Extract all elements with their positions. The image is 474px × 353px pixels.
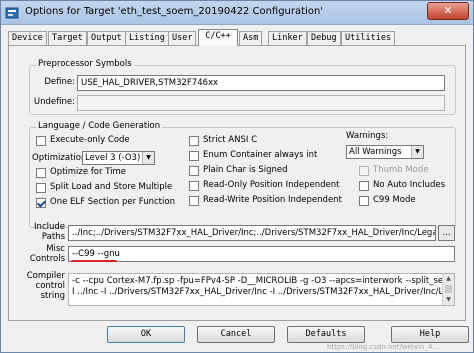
warnings-select[interactable]: All Warnings ▼ (346, 145, 424, 159)
options-dialog: Options for Target 'eth_test_soem_201904… (0, 0, 474, 353)
scroll-up-icon: ▲ (446, 275, 451, 282)
execute-only-checkbox[interactable] (36, 136, 46, 146)
dropdown-arrow-icon: ▼ (411, 146, 423, 158)
include-paths-label-line1: Include (34, 222, 65, 232)
tab-linker[interactable]: Linker (268, 31, 307, 45)
c99-mode-checkbox[interactable] (359, 196, 369, 206)
misc-controls-label-line1: Misc (46, 244, 65, 254)
plain-char-signed-label: Plain Char is Signed (203, 165, 288, 175)
preprocessor-group-label: Preprocessor Symbols (36, 59, 134, 69)
read-only-pi-label: Read-Only Position Independent (203, 180, 340, 190)
read-only-pi-checkbox[interactable] (189, 181, 199, 191)
optimization-value: Level 3 (-O3) (85, 153, 141, 163)
tab-target[interactable]: Target (48, 31, 87, 45)
tab-output[interactable]: Output (87, 31, 126, 45)
compiler-string-label-line2: control (35, 281, 65, 291)
include-paths-label-line2: Paths (41, 232, 65, 242)
enum-container-label: Enum Container always int (203, 150, 318, 160)
compiler-string-line2: I ../Inc -I ../Drivers/STM32F7xx_HAL_Dri… (72, 287, 455, 297)
scroll-thumb[interactable] (445, 285, 452, 293)
optimize-time-label: Optimize for Time (50, 167, 127, 177)
thumb-mode-checkbox[interactable] (359, 166, 369, 176)
tab-listing[interactable]: Listing (125, 31, 169, 45)
compiler-string-label-line3: string (40, 291, 65, 301)
tab-asm[interactable]: Asm (239, 31, 263, 45)
c99-mode-label: C99 Mode (373, 195, 416, 205)
one-elf-section-label: One ELF Section per Function (50, 197, 175, 207)
keil-app-icon (5, 7, 19, 19)
title-bar: Options for Target 'eth_test_soem_201904… (1, 1, 473, 25)
compiler-string-line1: -c --cpu Cortex-M7.fp.sp -fpu=FPv4-SP -D… (72, 276, 455, 286)
strict-ansi-label: Strict ANSI C (203, 135, 258, 145)
compiler-string-textarea[interactable]: -c --cpu Cortex-M7.fp.sp -fpu=FPv4-SP -D… (68, 273, 455, 306)
compiler-string-label-line1: Compiler (26, 271, 65, 281)
undefine-input[interactable] (77, 95, 445, 111)
watermark-text: https://blog.csdn.net/weixin_4... (327, 343, 440, 351)
warnings-value: All Warnings (349, 147, 402, 157)
split-load-store-label: Split Load and Store Multiple (50, 182, 173, 192)
no-auto-includes-label: No Auto Includes (373, 180, 446, 190)
warnings-label: Warnings: (346, 131, 389, 141)
read-write-pi-checkbox[interactable] (189, 196, 199, 206)
include-paths-label: Include Paths (17, 222, 65, 242)
include-paths-input[interactable]: ../Inc;../Drivers/STM32F7xx_HAL_Driver/I… (68, 225, 436, 241)
include-paths-browse-button[interactable]: ... (438, 225, 455, 241)
misc-controls-label: Misc Controls (17, 244, 65, 264)
codegen-group-label: Language / Code Generation (36, 121, 163, 131)
c-cpp-panel: Preprocessor Symbols Define: USE_HAL_DRI… (8, 45, 466, 321)
define-label: Define: (44, 77, 75, 87)
tab-c-cpp[interactable]: C/C++ (198, 29, 238, 46)
defaults-button[interactable]: Defaults (287, 326, 365, 343)
close-icon: ✕ (443, 4, 453, 17)
one-elf-section-checkbox[interactable] (36, 198, 46, 208)
close-button[interactable]: ✕ (427, 2, 469, 20)
dialog-title: Options for Target 'eth_test_soem_201904… (25, 6, 324, 17)
undefine-label: Undefine: (33, 97, 75, 107)
ok-button[interactable]: OK (107, 326, 185, 343)
compiler-string-label: Compiler control string (17, 271, 65, 301)
plain-char-signed-checkbox[interactable] (189, 166, 199, 176)
dropdown-arrow-icon: ▼ (142, 152, 154, 164)
strict-ansi-checkbox[interactable] (189, 136, 199, 146)
no-auto-includes-checkbox[interactable] (359, 181, 369, 191)
define-input[interactable]: USE_HAL_DRIVER,STM32F746xx (77, 75, 445, 91)
split-load-store-checkbox[interactable] (36, 183, 46, 193)
tab-device[interactable]: Device (8, 31, 47, 45)
optimization-label: Optimization: (32, 153, 90, 163)
misc-controls-input[interactable]: --C99 --gnu (68, 246, 455, 262)
enum-container-checkbox[interactable] (189, 151, 199, 161)
misc-controls-label-line2: Controls (29, 254, 65, 264)
scroll-down-icon: ▼ (446, 296, 451, 303)
tab-utilities[interactable]: Utilities (341, 31, 396, 45)
help-button[interactable]: Help (391, 326, 469, 343)
optimization-select[interactable]: Level 3 (-O3) ▼ (82, 151, 155, 165)
red-annotation-underline (71, 260, 117, 262)
compiler-string-scrollbar[interactable]: ▲ ▼ (442, 274, 454, 305)
tab-debug[interactable]: Debug (307, 31, 341, 45)
read-write-pi-label: Read-Write Position Independent (203, 195, 342, 205)
optimize-time-checkbox[interactable] (36, 168, 46, 178)
tab-user[interactable]: User (168, 31, 197, 45)
thumb-mode-label: Thumb Mode (373, 165, 429, 175)
cancel-button[interactable]: Cancel (197, 326, 275, 343)
execute-only-label: Execute-only Code (50, 135, 130, 145)
